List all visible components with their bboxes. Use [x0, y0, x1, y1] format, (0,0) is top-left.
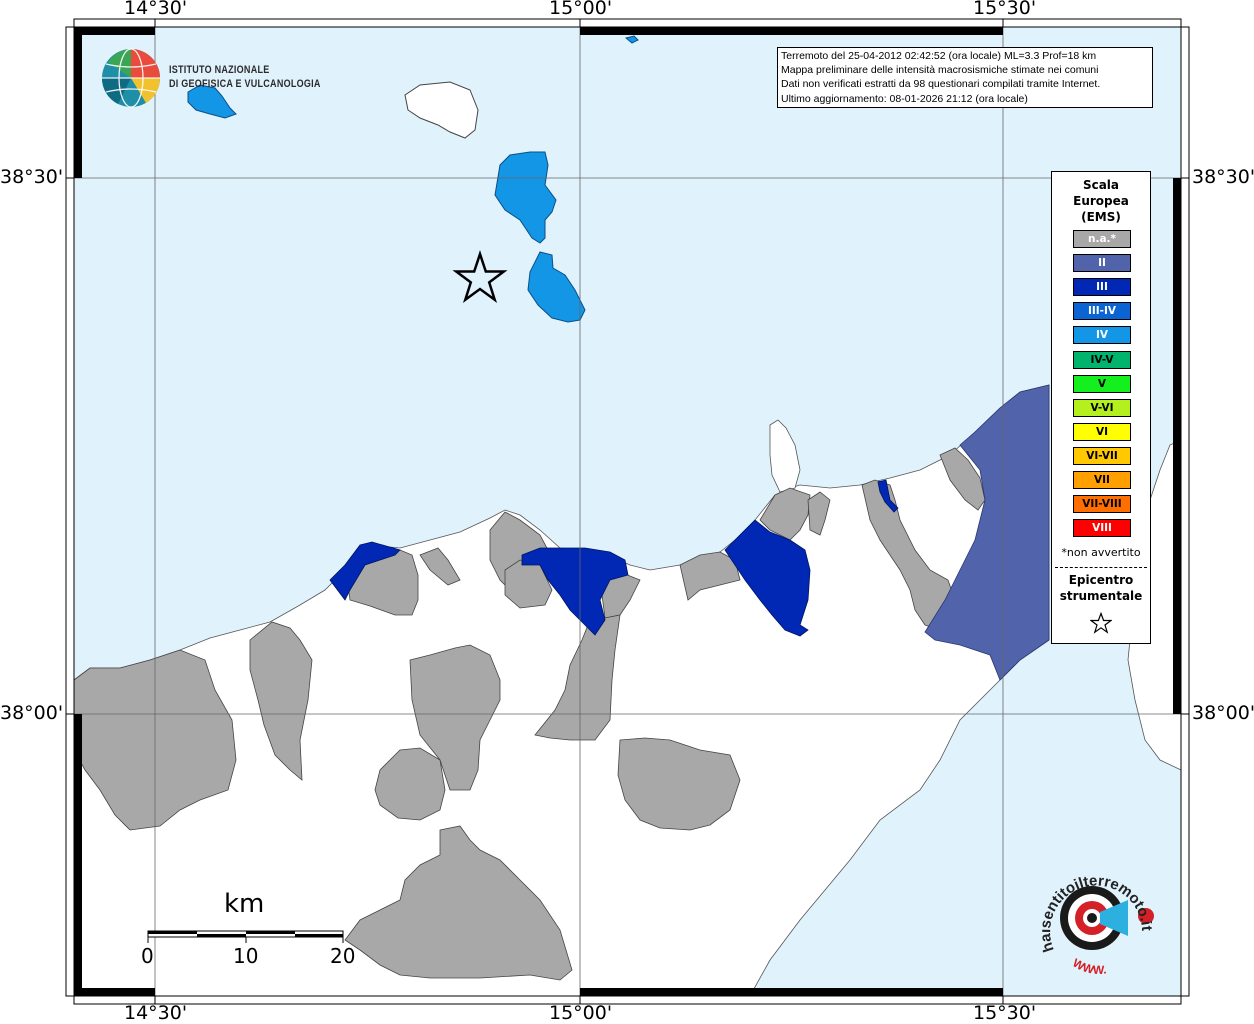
legend-divider	[1055, 567, 1147, 568]
scale-unit-label: km	[224, 889, 265, 919]
legend-swatch-vi: VI	[1073, 422, 1131, 441]
svg-text:WWW.: WWW.	[1070, 956, 1107, 975]
svg-text:haisentitoilterremoto.it: haisentitoilterremoto.it	[1042, 872, 1152, 954]
legend-swatch-vii: VII	[1073, 471, 1131, 489]
info-line-map: Mappa preliminare delle intensità macros…	[781, 64, 1099, 77]
legend-swatch-viii: VIII	[1073, 519, 1131, 538]
institute-name-line1: ISTITUTO NAZIONALE	[169, 64, 270, 76]
scale-tick-0: 0	[141, 944, 154, 968]
legend-swatch-v: V	[1073, 374, 1131, 393]
lon-label-bottom-left: 14°30'	[124, 1002, 188, 1024]
scale-tick-10: 10	[233, 944, 259, 968]
info-line-event: Terremoto del 25-04-2012 02:42:52 (ora l…	[781, 50, 1097, 62]
info-line-updated: Ultimo aggiornamento: 08-01-2026 21:12 (…	[781, 92, 1028, 105]
legend-epicenter-line1: Epicentro	[1068, 573, 1134, 587]
legend-swatch-v-vi: V-VI	[1073, 398, 1131, 417]
hsit-logo-text: haisentitoilterremoto.it WWW.	[1037, 865, 1155, 977]
legend-swatch-vi-vii: VI-VII	[1073, 446, 1131, 465]
institute-name-line2: DI GEOFISICA E VULCANOLOGIA	[169, 78, 321, 90]
legend-title: Scala Europea (EMS)	[1052, 177, 1150, 225]
legend-epicenter-line2: strumentale	[1059, 589, 1143, 603]
legend-swatch-iv: IV	[1073, 326, 1131, 345]
legend-swatch-iv-v: IV-V	[1073, 350, 1131, 369]
lon-label-top-left: 14°30'	[124, 0, 188, 19]
lon-label-top-right: 15°30'	[973, 0, 1037, 19]
legend-title-line3: (EMS)	[1081, 210, 1121, 224]
legend-swatch-iii-iv: III-IV	[1073, 302, 1131, 321]
lon-label-top-mid: 15°00'	[549, 0, 613, 19]
legend-epicenter-label: Epicentro strumentale	[1052, 572, 1150, 604]
ingv-globe-icon	[101, 48, 161, 108]
lon-label-bottom-right: 15°30'	[973, 1002, 1037, 1024]
lat-label-left-bottom: 38°00'	[0, 702, 64, 724]
earthquake-info-box: Terremoto del 25-04-2012 02:42:52 (ora l…	[777, 47, 1153, 108]
legend-title-line1: Scala	[1082, 178, 1120, 192]
info-line-data: Dati non verificati estratti da 98 quest…	[781, 78, 1101, 91]
lat-label-left-top: 38°30'	[0, 166, 64, 188]
legend-title-line2: Europea	[1073, 194, 1129, 208]
lat-label-right-top: 38°30'	[1192, 166, 1254, 188]
legend-swatch-vii-viii: VII-VIII	[1073, 495, 1131, 514]
legend-swatch-n-a: n.a.*	[1073, 230, 1131, 248]
lat-label-right-bottom: 38°00'	[1192, 702, 1254, 724]
scale-tick-20: 20	[330, 944, 356, 968]
legend-swatch-ii: II	[1073, 254, 1131, 273]
legend-not-felt-note: *non avvertito	[1061, 546, 1141, 559]
lon-label-bottom-mid: 15°00'	[549, 1002, 613, 1024]
map-area	[73, 27, 1182, 997]
hsit-www-text: WWW.	[1070, 956, 1107, 977]
hsit-main-text: haisentitoilterremoto.it	[1037, 872, 1155, 954]
legend-swatch-iii: III	[1073, 278, 1131, 297]
hsit-text-ring: haisentitoilterremoto.it WWW.	[1037, 872, 1155, 977]
ems-legend: Scala Europea (EMS) n.a.* II III III-IV IV IV…	[1051, 171, 1151, 644]
legend-star-icon	[1090, 612, 1112, 634]
